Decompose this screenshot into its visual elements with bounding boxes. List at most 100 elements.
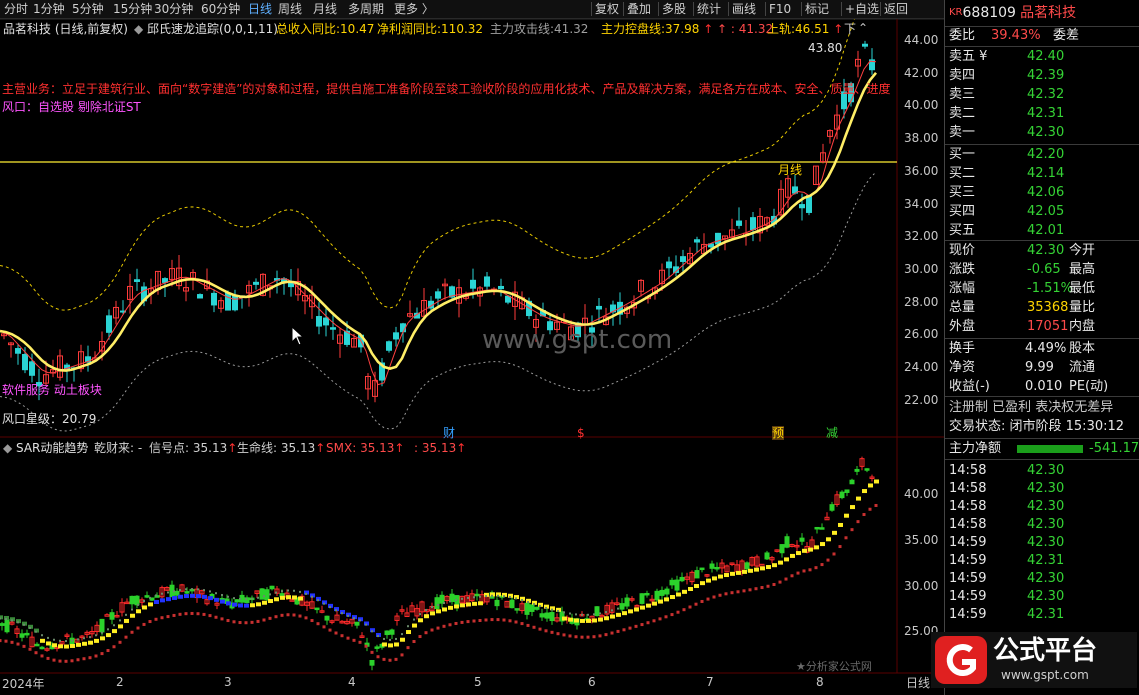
sar-dot <box>52 643 57 648</box>
period-tab-0[interactable]: 分时 <box>4 1 28 17</box>
ask-row[interactable]: 卖四 42.39 <box>949 67 1135 85</box>
quote-stat-value: 35368 <box>1027 300 1069 315</box>
lifeline-dot <box>124 635 128 639</box>
lifeline-dot <box>526 623 530 627</box>
price-tick: 44.00 <box>904 33 939 47</box>
sub-candle-body <box>514 608 520 611</box>
lifeline-dot <box>142 622 146 626</box>
candle-body <box>596 305 602 310</box>
smx-dot <box>485 595 487 598</box>
sar-dot <box>400 637 405 642</box>
ask-row[interactable]: 卖五 ¥ 42.40 <box>949 48 1135 66</box>
ask-row[interactable]: 卖三 42.32 <box>949 86 1135 104</box>
sar-dot <box>646 603 651 608</box>
smx-dot <box>11 619 13 622</box>
candle-body <box>330 327 336 330</box>
chart-settings-icon[interactable]: ◆ <box>134 22 143 36</box>
toolbar-button-4[interactable]: 画线 <box>732 1 756 17</box>
sar-dot <box>256 602 261 607</box>
event-marker-dollar[interactable]: $ <box>577 426 585 440</box>
event-marker-reduce[interactable]: 减 <box>826 426 838 440</box>
sar-dot <box>46 641 51 646</box>
tick-time: 14:58 <box>949 463 987 478</box>
sub-stat-value: - <box>137 441 143 455</box>
moon-line-label: 月线 <box>778 163 803 177</box>
ask-label: 卖一 <box>949 125 976 140</box>
ask-label: 卖三 <box>949 87 976 102</box>
smx-dot <box>521 599 523 602</box>
lifeline-dot <box>256 619 260 623</box>
sub-candle-body <box>384 630 390 636</box>
toolbar-button-1[interactable]: 叠加 <box>627 1 651 17</box>
lifeline-dot <box>118 640 122 644</box>
sar-dot <box>748 568 753 573</box>
bid-row[interactable]: 买五 42.01 <box>949 222 1135 240</box>
quote-stat-row: 现价 42.30 今开 <box>949 242 1135 260</box>
sar-dot <box>208 596 213 601</box>
smx-dot <box>161 592 163 595</box>
lifeline-dot <box>682 608 686 612</box>
collapse-icon[interactable]: ⌃ <box>858 21 868 35</box>
toolbar-button-8[interactable]: 返回 <box>884 1 908 17</box>
bid-row[interactable]: 买三 42.06 <box>949 184 1135 202</box>
sub-candle-body <box>174 590 180 596</box>
sub-stat-1: 信号点: 35.13↑ <box>149 441 238 455</box>
period-tab-3[interactable]: 15分钟 <box>113 1 152 17</box>
lifeline-dot <box>202 612 206 616</box>
lifeline-dot <box>454 621 458 625</box>
lifeline-dot <box>436 626 440 630</box>
period-tab-8[interactable]: 月线 <box>313 1 337 17</box>
period-tab-9[interactable]: 多周期 <box>348 1 384 17</box>
period-tab-5[interactable]: 60分钟 <box>201 1 240 17</box>
indicator-name[interactable]: 邱氏速龙追踪(0,0,1,11) <box>147 22 278 36</box>
sar-dot <box>784 557 789 562</box>
period-tab-10[interactable]: 更多 〉 <box>394 1 434 17</box>
toolbar-button-0[interactable]: 复权 <box>595 1 619 17</box>
toolbar-button-6[interactable]: 标记 <box>805 1 829 17</box>
candle-body <box>29 361 35 376</box>
tick-price: 42.30 <box>1027 571 1065 586</box>
lifeline-dot <box>262 618 266 622</box>
tick-row: 14:59 42.31 <box>949 552 1135 570</box>
period-tab-7[interactable]: 周线 <box>278 1 302 17</box>
smx-dot <box>551 608 553 611</box>
sub-stat-label: 乾财来: <box>94 441 138 455</box>
ask-row[interactable]: 卖一 42.30 <box>949 124 1135 142</box>
bid-row[interactable]: 买二 42.14 <box>949 165 1135 183</box>
sub-candle-body <box>669 579 675 586</box>
period-tab-2[interactable]: 5分钟 <box>72 1 104 17</box>
ask-row[interactable]: 卖二 42.31 <box>949 105 1135 123</box>
sub-settings-icon[interactable]: ◆ <box>3 441 12 455</box>
x-axis-period[interactable]: 日线 <box>906 676 930 690</box>
sub-indicator-name[interactable]: SAR动能趋势 <box>16 441 88 455</box>
smx-dot <box>449 600 451 603</box>
sub-stat-label: 信号点: <box>149 441 193 455</box>
period-tab-4[interactable]: 30分钟 <box>154 1 193 17</box>
date-tick: 2 <box>116 675 124 689</box>
toolbar-button-3[interactable]: 统计 <box>697 1 721 17</box>
bid-row[interactable]: 买一 42.20 <box>949 146 1135 164</box>
event-marker-finance[interactable]: 财 <box>443 426 455 440</box>
toolbar-button-2[interactable]: 多股 <box>662 1 686 17</box>
smx-dot <box>191 588 193 591</box>
toolbar-button-5[interactable]: F10 <box>769 1 791 17</box>
chart-canvas[interactable] <box>0 0 944 695</box>
event-marker-forecast[interactable]: 预 <box>772 426 785 440</box>
lifeline-dot <box>388 658 392 662</box>
sar-dot <box>196 594 201 599</box>
sar-dot <box>562 616 567 621</box>
sub-candle-body <box>634 604 640 608</box>
smx-dot <box>275 591 277 594</box>
lifeline-dot <box>322 625 326 629</box>
candle-body <box>862 43 868 47</box>
lifeline-dot <box>664 615 668 619</box>
sar-dot <box>430 611 435 616</box>
toolbar-button-7[interactable]: +自选 <box>845 1 879 17</box>
period-tab-1[interactable]: 1分钟 <box>33 1 65 17</box>
sub-stat-2: 生命线: 35.13↑ <box>237 441 326 455</box>
lifeline-dot <box>826 558 830 562</box>
period-tab-6[interactable]: 日线 <box>248 1 272 17</box>
bid-row[interactable]: 买四 42.05 <box>949 203 1135 221</box>
sar-dot <box>418 618 423 623</box>
smx-dot <box>17 621 19 624</box>
